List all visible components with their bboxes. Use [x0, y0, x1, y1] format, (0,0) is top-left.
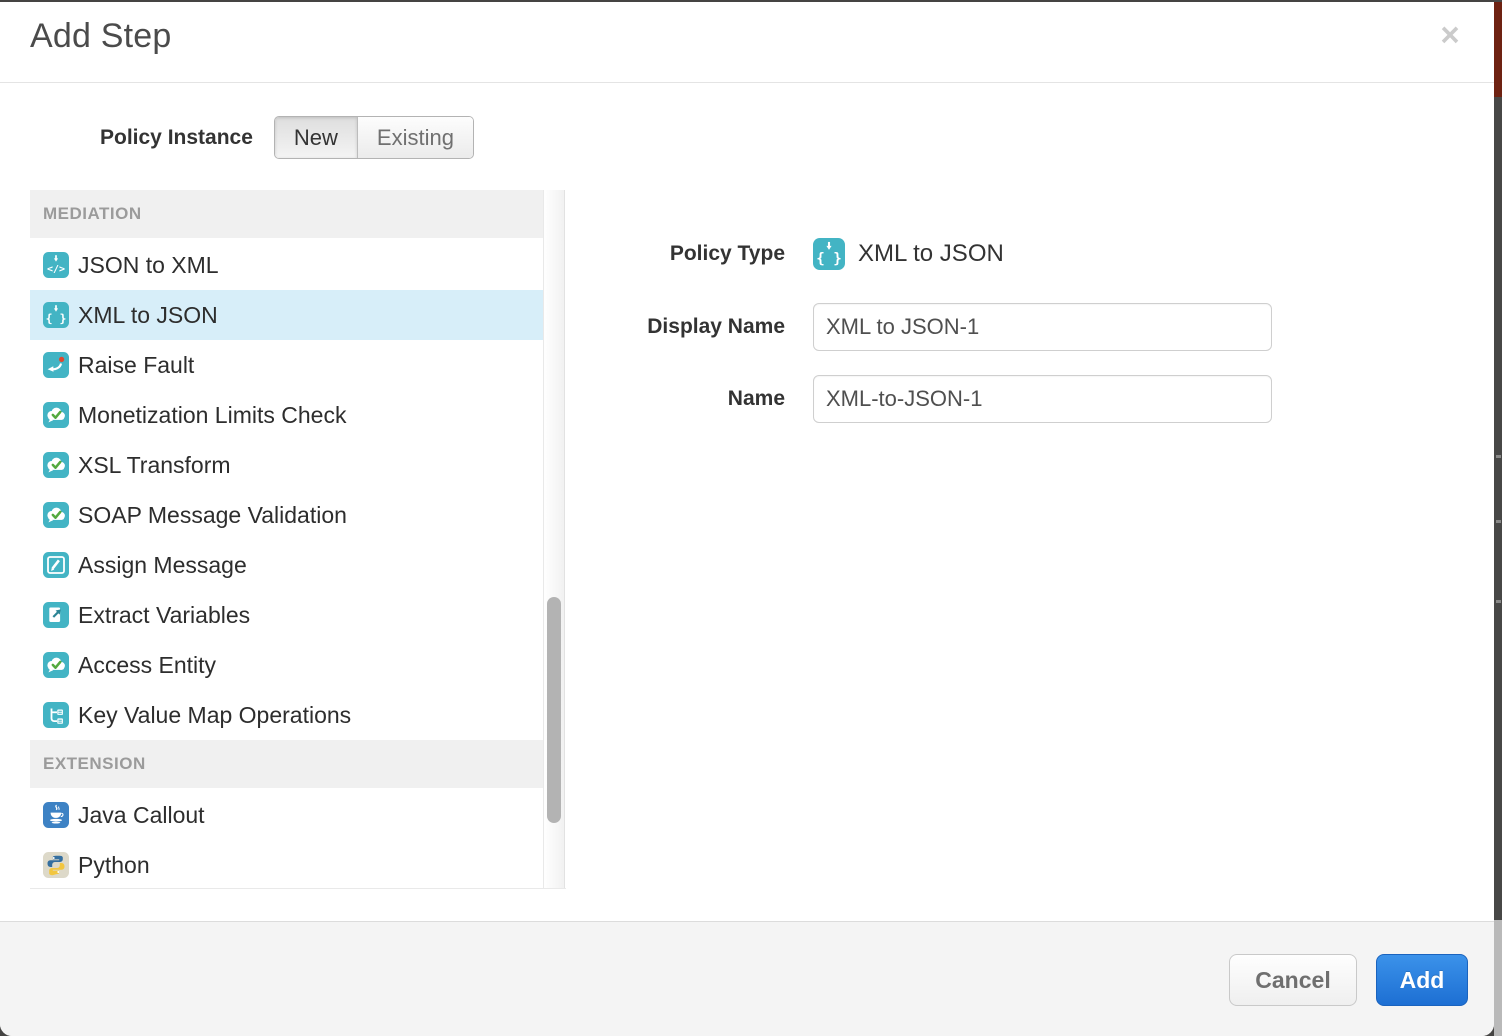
list-item-label: Python — [78, 852, 150, 879]
display-name-label: Display Name — [500, 315, 785, 339]
extract-variables-icon — [43, 602, 69, 628]
list-item[interactable]: XSL Transform — [30, 440, 543, 490]
list-item[interactable]: SOAP Message Validation — [30, 490, 543, 540]
policy-type-label: Policy Type — [500, 242, 785, 266]
list-scrollbar-track[interactable] — [543, 190, 565, 888]
list-item-label: XML to JSON — [78, 302, 218, 329]
policy-instance-toggle: New Existing — [274, 116, 474, 159]
list-item[interactable]: Assign Message — [30, 540, 543, 590]
background-page-strip-bottom — [1494, 920, 1502, 1036]
add-button[interactable]: Add — [1376, 954, 1468, 1006]
policy-list: MEDIATION </> JSON to XML { } XML to JSON Ra… — [30, 190, 543, 888]
list-item-label: Java Callout — [78, 802, 205, 829]
list-item[interactable]: Java Callout — [30, 790, 543, 840]
list-item[interactable]: Raise Fault — [30, 340, 543, 390]
json-to-xml-icon: </> — [43, 252, 69, 278]
section-header-mediation: MEDIATION — [30, 190, 543, 238]
policy-instance-label: Policy Instance — [100, 126, 253, 150]
dialog-footer: Cancel Add — [0, 921, 1494, 1036]
page-background: Add Step × Policy Instance New Existing … — [0, 0, 1502, 1036]
list-item[interactable]: { } XML to JSON — [30, 290, 543, 340]
list-item[interactable]: Access Entity — [30, 640, 543, 690]
list-item-label: SOAP Message Validation — [78, 502, 347, 529]
policy-instance-row: Policy Instance New Existing — [100, 115, 474, 160]
add-step-dialog: Add Step × Policy Instance New Existing … — [0, 2, 1494, 1036]
cloud-check-icon — [43, 502, 69, 528]
name-label: Name — [500, 387, 785, 411]
policy-type-row: Policy Type { } XML to JSON — [500, 236, 1004, 272]
background-page-strip — [1494, 0, 1502, 1036]
name-input[interactable] — [813, 375, 1272, 423]
svg-text:{ }: { } — [46, 312, 67, 326]
cloud-check-icon — [43, 402, 69, 428]
list-item-label: Key Value Map Operations — [78, 702, 351, 729]
cloud-check-icon — [43, 652, 69, 678]
list-item-label: Assign Message — [78, 552, 247, 579]
list-bottom-border — [30, 888, 566, 889]
close-icon[interactable]: × — [1434, 20, 1466, 52]
background-page-text-speck — [1496, 455, 1501, 458]
name-row: Name — [500, 375, 1272, 423]
toggle-option-new[interactable]: New — [275, 117, 357, 158]
list-scrollbar-thumb[interactable] — [547, 597, 561, 823]
list-item-label: Extract Variables — [78, 602, 250, 629]
background-page-text-speck — [1496, 600, 1501, 603]
display-name-row: Display Name — [500, 303, 1272, 351]
pencil-icon — [43, 552, 69, 578]
xml-to-json-icon: { } — [813, 238, 845, 270]
list-item[interactable]: Key Value Map Operations — [30, 690, 543, 740]
python-icon — [43, 852, 69, 878]
list-item[interactable]: Extract Variables — [30, 590, 543, 640]
policy-type-value: XML to JSON — [858, 240, 1004, 268]
cancel-button[interactable]: Cancel — [1229, 954, 1357, 1006]
cloud-check-icon — [43, 452, 69, 478]
key-value-map-icon — [43, 702, 69, 728]
list-item-label: Raise Fault — [78, 352, 194, 379]
background-page-strip-top — [1494, 2, 1502, 97]
list-item-label: JSON to XML — [78, 252, 219, 279]
toggle-option-existing[interactable]: Existing — [357, 117, 473, 158]
list-item-label: Access Entity — [78, 652, 216, 679]
svg-text:</>: </> — [47, 264, 65, 275]
dialog-header: Add Step × — [0, 2, 1494, 83]
java-icon — [43, 802, 69, 828]
list-item[interactable]: </> JSON to XML — [30, 240, 543, 290]
list-item-label: XSL Transform — [78, 452, 231, 479]
svg-text:{ }: { } — [816, 251, 842, 267]
xml-to-json-icon: { } — [43, 302, 69, 328]
display-name-input[interactable] — [813, 303, 1272, 351]
raise-fault-icon — [43, 352, 69, 378]
dialog-title: Add Step — [30, 17, 172, 56]
list-item-label: Monetization Limits Check — [78, 402, 346, 429]
background-page-text-speck — [1496, 520, 1501, 523]
list-item[interactable]: Python — [30, 840, 543, 888]
section-header-extension: EXTENSION — [30, 740, 543, 788]
list-item[interactable]: Monetization Limits Check — [30, 390, 543, 440]
